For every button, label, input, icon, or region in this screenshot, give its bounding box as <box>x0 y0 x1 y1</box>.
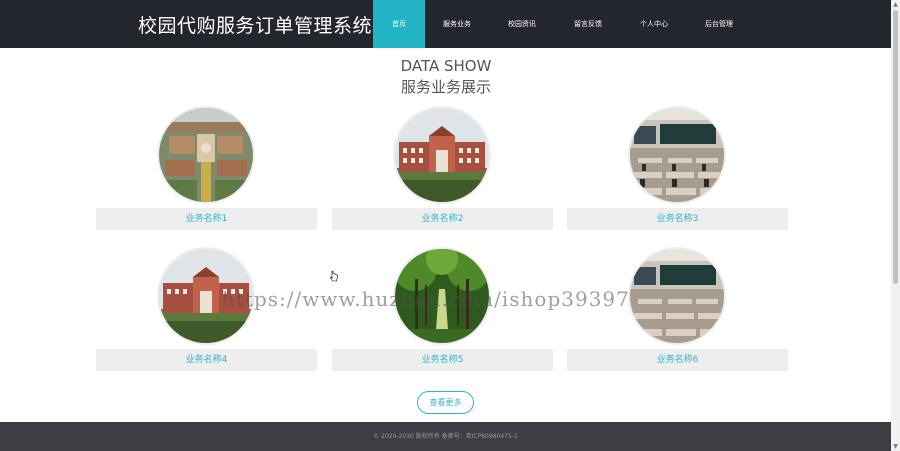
section-heading: DATA SHOW 服务业务展示 <box>346 57 546 97</box>
service-name[interactable]: 业务名称1 <box>96 208 317 230</box>
service-card[interactable]: 业务名称1 <box>96 108 317 232</box>
section-title-cn: 服务业务展示 <box>400 78 491 96</box>
copyright-text: © 2020-2030 版权所有 备案号：粤ICP60980475-1 <box>373 433 518 440</box>
top-header: 校园代购服务订单管理系统 首页 服务业务 校园资讯 留言反馈 个人中心 后台管理 <box>0 0 891 48</box>
vertical-scrollbar[interactable]: ▲ ▼ <box>891 0 900 451</box>
classroom-photo[interactable] <box>630 108 724 202</box>
service-card[interactable]: 业务名称3 <box>567 108 788 232</box>
campus-aerial-photo[interactable] <box>159 108 253 202</box>
view-more-button[interactable]: 查看更多 <box>417 391 474 414</box>
site-title: 校园代购服务订单管理系统 <box>138 15 373 37</box>
scroll-thumb[interactable] <box>893 10 898 284</box>
page-footer: © 2020-2030 版权所有 备案号：粤ICP60980475-1 <box>0 422 891 451</box>
section-title-en: DATA SHOW <box>400 57 492 75</box>
classroom-photo[interactable] <box>630 249 724 343</box>
service-card[interactable]: 业务名称2 <box>332 108 553 232</box>
service-name[interactable]: 业务名称2 <box>332 208 553 230</box>
service-card[interactable]: 业务名称5 <box>332 249 553 373</box>
service-name[interactable]: 业务名称6 <box>567 349 788 371</box>
school-building-photo[interactable] <box>395 108 489 202</box>
service-name[interactable]: 业务名称4 <box>96 349 317 371</box>
watermark-text: https://www.huzhan.com/ishop39397 <box>222 287 630 311</box>
main-nav: 首页 服务业务 校园资讯 留言反馈 个人中心 后台管理 <box>373 0 751 48</box>
scroll-down-arrow-icon[interactable]: ▼ <box>892 443 899 450</box>
nav-item-home[interactable]: 首页 <box>373 0 425 48</box>
service-name[interactable]: 业务名称5 <box>332 349 553 371</box>
nav-item-news[interactable]: 校园资讯 <box>489 0 555 48</box>
nav-item-admin[interactable]: 后台管理 <box>687 0 751 48</box>
service-card[interactable]: 业务名称6 <box>567 249 788 373</box>
nav-item-feedback[interactable]: 留言反馈 <box>555 0 621 48</box>
service-name[interactable]: 业务名称3 <box>567 208 788 230</box>
service-card[interactable]: 业务名称4 <box>96 249 317 373</box>
scroll-up-arrow-icon[interactable]: ▲ <box>892 1 899 8</box>
hand-cursor-icon <box>330 270 338 282</box>
nav-item-profile[interactable]: 个人中心 <box>621 0 687 48</box>
nav-item-services[interactable]: 服务业务 <box>425 0 489 48</box>
